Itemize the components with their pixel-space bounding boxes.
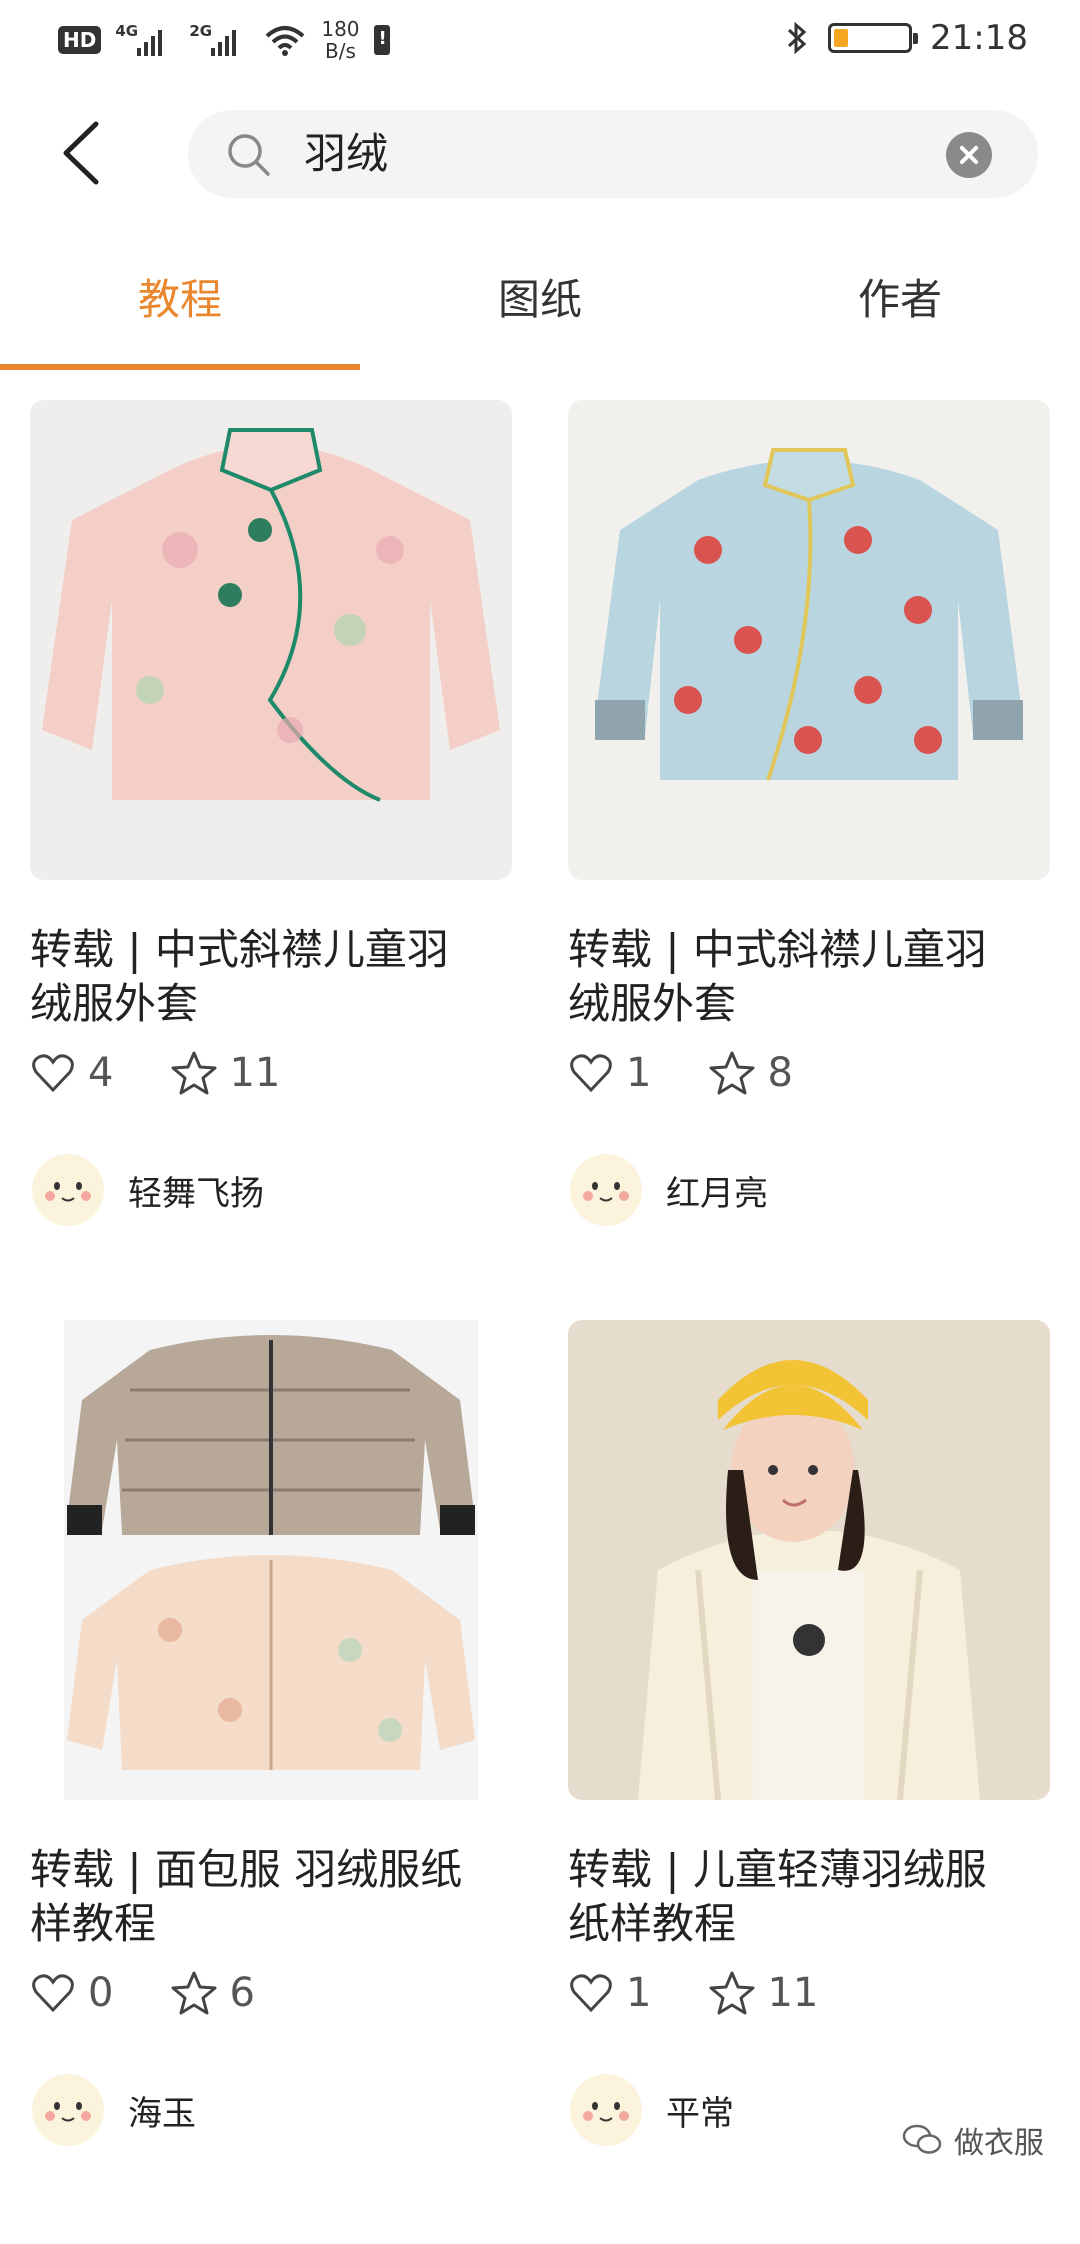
avatar[interactable]: [30, 1152, 106, 1228]
card-title[interactable]: 转载 | 儿童轻薄羽绒服 纸样教程: [568, 1843, 1050, 1951]
author-row[interactable]: 平常: [568, 2072, 734, 2148]
favorite-count: 6: [229, 1970, 255, 2016]
network-type-1: 4G: [115, 22, 139, 40]
tab-bar: 教程 图纸 作者: [0, 250, 1080, 370]
author-name[interactable]: 海玉: [128, 2086, 196, 2135]
card-stats: 0 6: [30, 1970, 313, 2016]
jacket-image: [595, 448, 1023, 781]
search-icon: [228, 134, 270, 176]
clock: 21:18: [930, 18, 1028, 58]
avatar[interactable]: [30, 2072, 106, 2148]
search-bar[interactable]: 羽绒: [188, 110, 1038, 198]
card-title-line: 样教程: [30, 1899, 157, 1948]
author-name[interactable]: 红月亮: [666, 1166, 768, 1215]
like-count: 1: [626, 1050, 652, 1096]
author-name[interactable]: 平常: [666, 2086, 734, 2135]
tab-label: 作者: [857, 275, 942, 324]
favorite-count: 8: [767, 1050, 793, 1096]
search-input[interactable]: 羽绒: [304, 110, 388, 198]
card-thumbnail[interactable]: [568, 400, 1050, 880]
card-title-line: 转载 | 中式斜襟儿童羽: [30, 925, 449, 974]
author-row[interactable]: 轻舞飞扬: [30, 1152, 264, 1228]
jacket-image: [64, 1320, 478, 1800]
tab-indicator: [0, 364, 360, 370]
watermark-text: 做衣服: [954, 2126, 1044, 2161]
star-icon[interactable]: [171, 1970, 217, 2016]
tutorial-card[interactable]: 转载 | 中式斜襟儿童羽 绒服外套 1 8 红月亮: [568, 400, 1050, 1260]
wifi-icon: [266, 26, 305, 56]
card-title-line: 转载 | 中式斜襟儿童羽: [568, 925, 987, 974]
star-icon[interactable]: [171, 1050, 217, 1096]
tab-label: 教程: [137, 275, 222, 324]
bluetooth-icon: [787, 21, 807, 55]
card-title[interactable]: 转载 | 中式斜襟儿童羽 绒服外套: [30, 923, 512, 1031]
network-type-2: 2G: [189, 22, 213, 40]
alert-icon: [373, 25, 390, 55]
card-title[interactable]: 转载 | 面包服 羽绒服纸 样教程: [30, 1843, 512, 1951]
author-name[interactable]: 轻舞飞扬: [128, 1166, 264, 1215]
network-speed: 180 B/s: [321, 18, 359, 62]
tutorial-card[interactable]: 转载 | 中式斜襟儿童羽 绒服外套 4 11 轻舞飞扬: [30, 400, 512, 1260]
tutorial-card[interactable]: 转载 | 面包服 羽绒服纸 样教程 0 6 海玉: [30, 1320, 512, 2180]
back-arrow-icon[interactable]: [52, 118, 112, 188]
card-title-line: 转载 | 儿童轻薄羽绒服: [568, 1845, 987, 1894]
card-stats: 1 11: [568, 1970, 876, 2016]
wechat-icon: [902, 2124, 942, 2154]
tab-tutorials[interactable]: 教程: [0, 250, 360, 370]
card-title-line: 转载 | 面包服 羽绒服纸: [30, 1845, 463, 1894]
tab-label: 图纸: [497, 275, 582, 324]
tutorial-card[interactable]: 转载 | 儿童轻薄羽绒服 纸样教程 1 11 平常: [568, 1320, 1050, 2180]
battery-icon: [828, 23, 919, 53]
star-icon[interactable]: [709, 1050, 755, 1096]
status-bar: HD 4G 2G 180 B/s 21:18: [0, 0, 1080, 80]
like-count: 4: [88, 1050, 114, 1096]
heart-icon[interactable]: [30, 1050, 76, 1096]
card-title-line: 纸样教程: [568, 1899, 737, 1948]
card-title-line: 绒服外套: [30, 979, 199, 1028]
like-count: 0: [88, 1970, 114, 2016]
card-title-line: 绒服外套: [568, 979, 737, 1028]
card-thumbnail[interactable]: [30, 400, 512, 880]
jacket-image: [42, 428, 500, 802]
card-stats: 4 11: [30, 1050, 338, 1096]
favorite-count: 11: [229, 1050, 281, 1096]
heart-icon[interactable]: [568, 1050, 614, 1096]
signal-icon-2: 2G: [189, 22, 249, 58]
card-thumbnail[interactable]: [568, 1320, 1050, 1800]
favorite-count: 11: [767, 1970, 819, 2016]
heart-icon[interactable]: [568, 1970, 614, 2016]
card-stats: 1 8: [568, 1050, 851, 1096]
hd-badge: HD: [58, 26, 102, 54]
watermark: 做衣服: [902, 2118, 1044, 2162]
tab-authors[interactable]: 作者: [720, 250, 1080, 370]
card-title[interactable]: 转载 | 中式斜襟儿童羽 绒服外套: [568, 923, 1050, 1031]
clear-icon[interactable]: [946, 132, 992, 178]
avatar[interactable]: [568, 2072, 644, 2148]
heart-icon[interactable]: [30, 1970, 76, 2016]
child-photo: [638, 1360, 980, 1800]
author-row[interactable]: 红月亮: [568, 1152, 768, 1228]
signal-icon: 4G: [115, 22, 175, 58]
like-count: 1: [626, 1970, 652, 2016]
tab-patterns[interactable]: 图纸: [360, 250, 720, 370]
author-row[interactable]: 海玉: [30, 2072, 196, 2148]
card-thumbnail[interactable]: [30, 1320, 512, 1800]
speed-value: 180: [321, 17, 360, 41]
star-icon[interactable]: [709, 1970, 755, 2016]
speed-unit: B/s: [324, 39, 356, 63]
avatar[interactable]: [568, 1152, 644, 1228]
